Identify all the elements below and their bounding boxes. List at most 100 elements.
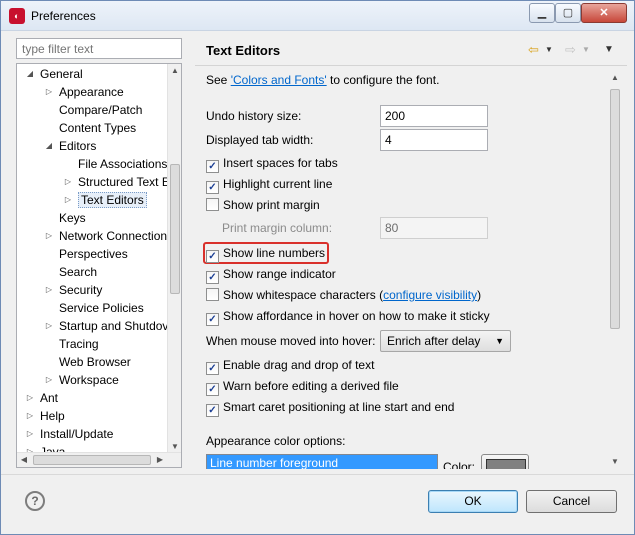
forward-arrow-icon[interactable]: ⇨	[565, 42, 576, 58]
checkbox-checked-icon[interactable]: ✓	[206, 250, 219, 263]
page-vscroll-thumb[interactable]	[610, 89, 620, 329]
checkbox-checked-icon[interactable]: ✓	[206, 404, 219, 417]
collapsed-triangle-icon[interactable]: ▷	[44, 227, 54, 245]
collapsed-triangle-icon	[44, 353, 54, 371]
tree-item[interactable]: ▷ Text Editors	[63, 191, 147, 209]
button-bar-separator	[1, 474, 634, 475]
print-margin-checkbox[interactable]: Show print margin	[206, 196, 320, 214]
tree-item[interactable]: ▷ Appearance	[44, 83, 124, 101]
line-numbers-label: Show line numbers	[223, 246, 326, 260]
whitespace-checkbox[interactable]: Show whitespace characters (configure vi…	[206, 286, 481, 304]
back-menu-chevron-icon[interactable]: ▼	[545, 42, 553, 58]
warn-derived-checkbox[interactable]: ✓ Warn before editing a derived file	[206, 377, 399, 396]
tree-item[interactable]: ◢ Editors	[44, 137, 96, 155]
scroll-left-arrow-icon[interactable]: ◀	[17, 453, 31, 467]
hover-select[interactable]: Enrich after delay ▼	[380, 330, 511, 352]
expanded-triangle-icon[interactable]: ◢	[25, 65, 35, 83]
scroll-up-arrow-icon[interactable]: ▲	[608, 71, 622, 85]
cancel-button[interactable]: Cancel	[526, 490, 617, 513]
tree-item[interactable]: Compare/Patch	[44, 101, 142, 119]
tree-item[interactable]: Search	[44, 263, 97, 281]
tree-item[interactable]: Service Policies	[44, 299, 144, 317]
tab-width-input[interactable]: 4	[380, 129, 488, 151]
collapsed-triangle-icon[interactable]: ▷	[25, 389, 35, 407]
collapsed-triangle-icon[interactable]: ▷	[25, 407, 35, 425]
collapsed-triangle-icon[interactable]: ▷	[44, 317, 54, 335]
collapsed-triangle-icon[interactable]: ▷	[63, 173, 73, 191]
preference-tree[interactable]: ▷Java▷Install/Update▷Help▷Ant▷WorkspaceW…	[16, 63, 182, 468]
tree-item-label: Web Browser	[59, 355, 131, 369]
tree-item[interactable]: ▷ Startup and Shutdov	[44, 317, 169, 335]
checkbox-checked-icon[interactable]: ✓	[206, 271, 219, 284]
checkbox-checked-icon[interactable]: ✓	[206, 362, 219, 375]
range-indicator-label: Show range indicator	[223, 267, 336, 281]
checkbox-checked-icon[interactable]: ✓	[206, 383, 219, 396]
collapsed-triangle-icon[interactable]: ▷	[44, 83, 54, 101]
appearance-options-list[interactable]: Line number foreground	[206, 454, 438, 469]
highlight-line-checkbox[interactable]: ✓ Highlight current line	[206, 175, 332, 194]
close-button[interactable]: ✕	[581, 3, 627, 23]
tree-item[interactable]: ▷ Ant	[25, 389, 58, 407]
tree-item[interactable]: ▷ Structured Text E	[63, 173, 170, 191]
undo-history-input[interactable]: 200	[380, 105, 488, 127]
tree-item-label: Ant	[40, 391, 59, 405]
tree-item-label: Appearance	[59, 85, 124, 99]
checkbox-checked-icon[interactable]: ✓	[206, 181, 219, 194]
tree-item[interactable]: ▷ Network Connection	[44, 227, 167, 245]
tree-item[interactable]: ▷ Security	[44, 281, 102, 299]
checkbox-checked-icon[interactable]: ✓	[206, 160, 219, 173]
undo-history-label: Undo history size:	[206, 109, 302, 123]
tree-item[interactable]: ◢ General	[25, 65, 83, 83]
list-item-selected[interactable]: Line number foreground	[207, 455, 437, 469]
tree-item[interactable]: File Associations	[63, 155, 167, 173]
checkbox-checked-icon[interactable]: ✓	[206, 313, 219, 326]
forward-menu-chevron-icon[interactable]: ▼	[582, 42, 590, 58]
scroll-up-arrow-icon[interactable]: ▲	[168, 64, 181, 78]
page-vertical-scrollbar[interactable]: ▲ ▼	[608, 71, 622, 469]
window-title: Preferences	[31, 9, 96, 23]
tree-hscroll-thumb[interactable]	[33, 455, 151, 465]
tree-item[interactable]: Perspectives	[44, 245, 128, 263]
collapsed-triangle-icon[interactable]: ▷	[63, 191, 73, 209]
filter-input[interactable]	[16, 38, 182, 59]
tree-item[interactable]: ▷ Workspace	[44, 371, 119, 389]
pane-divider[interactable]	[190, 35, 194, 467]
expanded-triangle-icon[interactable]: ◢	[44, 137, 54, 155]
minimize-button[interactable]: ▁	[529, 3, 555, 23]
affordance-checkbox[interactable]: ✓ Show affordance in hover on how to make…	[206, 307, 490, 326]
collapsed-triangle-icon[interactable]: ▷	[44, 371, 54, 389]
tree-item-label: Editors	[59, 139, 97, 153]
configure-visibility-link[interactable]: configure visibility	[383, 288, 477, 302]
tree-item[interactable]: Web Browser	[44, 353, 131, 371]
tree-vertical-scrollbar[interactable]: ▲ ▼	[167, 64, 181, 454]
scroll-right-arrow-icon[interactable]: ▶	[153, 453, 167, 467]
hover-label: When mouse moved into hover:	[206, 334, 376, 348]
smart-caret-checkbox[interactable]: ✓ Smart caret positioning at line start a…	[206, 398, 454, 417]
scroll-down-arrow-icon[interactable]: ▼	[608, 455, 622, 469]
tree-item[interactable]: ▷ Install/Update	[25, 425, 113, 443]
back-arrow-icon[interactable]: ⇦	[528, 42, 539, 58]
maximize-button[interactable]: ▢	[555, 3, 581, 23]
checkbox-unchecked-icon[interactable]	[206, 288, 219, 301]
preference-page: Text Editors ⇦ ▼ ⇨ ▼ ▼ See 'Colors and F…	[195, 35, 627, 469]
tree-item[interactable]: Content Types	[44, 119, 136, 137]
color-picker-button[interactable]	[481, 454, 529, 469]
colors-fonts-link[interactable]: 'Colors and Fonts'	[231, 73, 327, 87]
tree-horizontal-scrollbar[interactable]: ◀ ▶	[17, 452, 181, 467]
collapsed-triangle-icon[interactable]: ▷	[44, 281, 54, 299]
help-icon[interactable]: ?	[25, 491, 45, 511]
drag-drop-checkbox[interactable]: ✓ Enable drag and drop of text	[206, 356, 374, 375]
tree-item[interactable]: ▷ Help	[25, 407, 65, 425]
tree-item[interactable]: Keys	[44, 209, 86, 227]
line-numbers-checkbox[interactable]: ✓ Show line numbers	[206, 244, 326, 263]
tree-item[interactable]: Tracing	[44, 335, 99, 353]
range-indicator-checkbox[interactable]: ✓ Show range indicator	[206, 265, 336, 284]
checkbox-unchecked-icon[interactable]	[206, 198, 219, 211]
insert-spaces-label: Insert spaces for tabs	[223, 156, 338, 170]
collapsed-triangle-icon[interactable]: ▷	[25, 425, 35, 443]
tree-item-label: Service Policies	[59, 301, 144, 315]
ok-button[interactable]: OK	[428, 490, 518, 513]
insert-spaces-checkbox[interactable]: ✓ Insert spaces for tabs	[206, 154, 338, 173]
tree-vscroll-thumb[interactable]	[170, 164, 180, 294]
view-menu-icon[interactable]: ▼	[604, 42, 614, 58]
